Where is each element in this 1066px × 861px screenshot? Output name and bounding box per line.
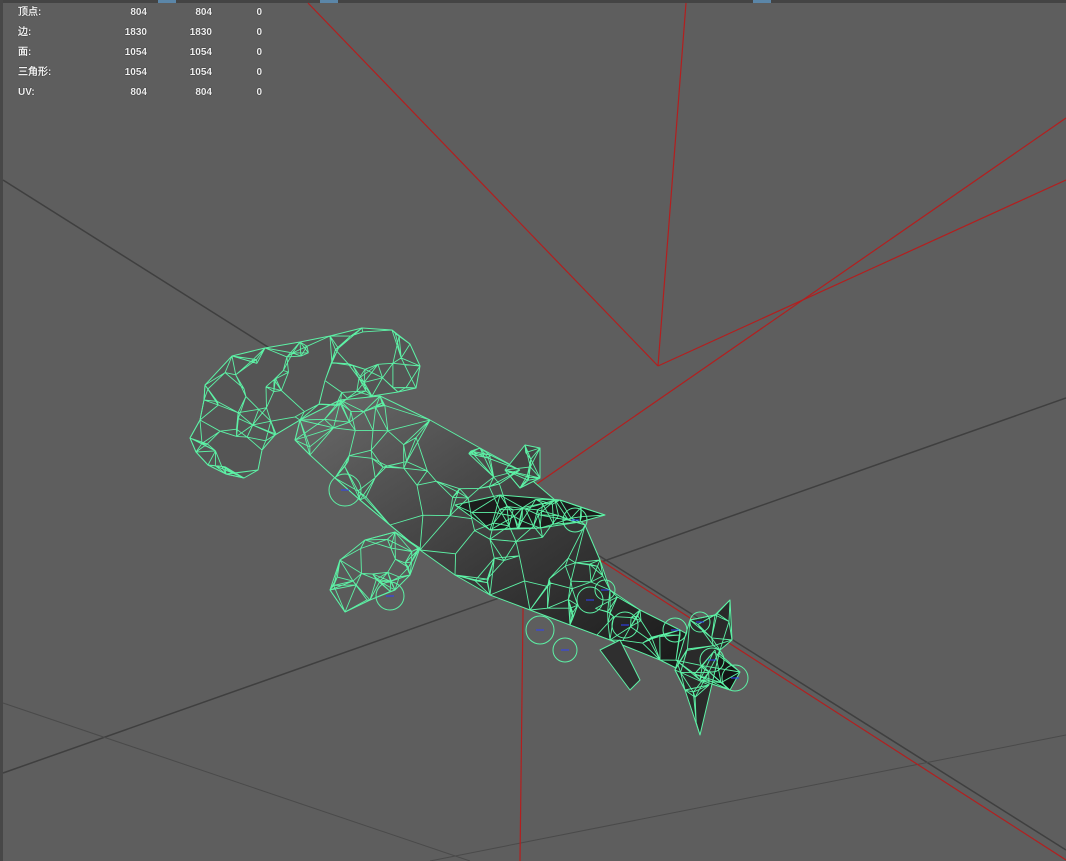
hud-value: 804 (130, 7, 147, 18)
hud-value: 804 (195, 7, 212, 18)
axis-line (307, 2, 659, 367)
hud-row: 顶点: 804 804 0 (18, 3, 280, 23)
hud-value: 1054 (189, 67, 212, 78)
hud-value: 1054 (124, 67, 147, 78)
hud-row: UV: 804 804 0 (18, 83, 280, 103)
axis-line (657, 2, 687, 367)
perspective-viewport[interactable]: 顶点: 804 804 0 边: 1830 1830 0 面: 1054 1054 0 三角形: 1054… (0, 0, 1066, 861)
hud-row: 面: 1054 1054 0 (18, 43, 280, 63)
scene-view[interactable] (0, 0, 1066, 861)
hud-label: 面: (18, 47, 32, 58)
hud-value: 1830 (189, 27, 212, 38)
hud-value: 1054 (124, 47, 147, 58)
hud-row: 边: 1830 1830 0 (18, 23, 280, 43)
hud-value: 0 (256, 87, 262, 98)
hud-value: 0 (256, 67, 262, 78)
hud-value: 1054 (189, 47, 212, 58)
hud-label: 三角形: (18, 67, 52, 78)
axis-line (599, 559, 1066, 861)
hud-label: 边: (18, 27, 32, 38)
hud-value: 0 (256, 7, 262, 18)
hud-row: 三角形: 1054 1054 0 (18, 63, 280, 83)
grid-line (2, 702, 471, 861)
hud-label: 顶点: (18, 7, 42, 18)
hud-label: UV: (18, 87, 35, 98)
axis-line (657, 179, 1066, 367)
hud-value: 0 (256, 47, 262, 58)
hud-value: 804 (195, 87, 212, 98)
hud-value: 0 (256, 27, 262, 38)
axis-line (527, 117, 1066, 491)
hammerhead-shark-model[interactable] (189, 327, 749, 736)
poly-count-hud: 顶点: 804 804 0 边: 1830 1830 0 面: 1054 1054 0 三角形: 1054… (18, 3, 280, 103)
hud-value: 804 (130, 87, 147, 98)
hud-value: 1830 (124, 27, 147, 38)
